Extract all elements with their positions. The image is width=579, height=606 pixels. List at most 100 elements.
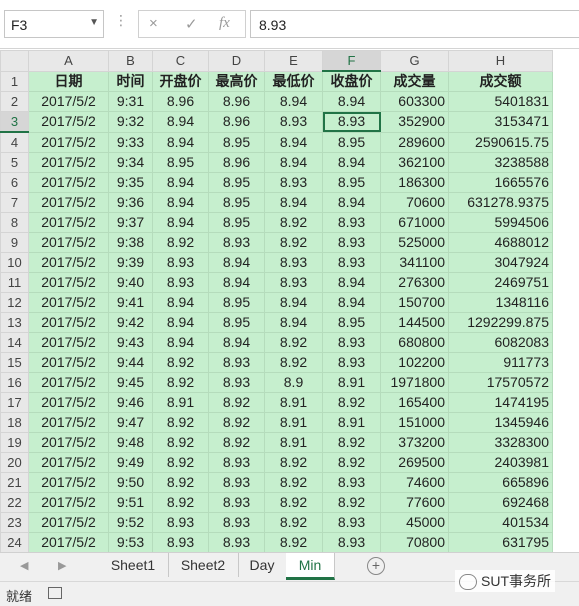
cell-d5[interactable]: 8.96 — [208, 152, 265, 173]
cell-h3[interactable]: 3153471 — [448, 111, 553, 133]
cell-d2[interactable]: 8.96 — [208, 91, 265, 112]
cell-g5[interactable]: 362100 — [380, 152, 449, 173]
cell-c21[interactable]: 8.92 — [152, 472, 209, 493]
column-header-a[interactable]: A — [28, 50, 109, 72]
cell-c17[interactable]: 8.91 — [152, 392, 209, 413]
add-sheet-icon[interactable]: + — [367, 557, 385, 575]
column-header-h[interactable]: H — [448, 50, 553, 72]
cell-f10[interactable]: 8.93 — [322, 252, 381, 273]
cell-b10[interactable]: 9:39 — [108, 252, 153, 273]
cell-c2[interactable]: 8.96 — [152, 91, 209, 112]
cell-c23[interactable]: 8.93 — [152, 512, 209, 533]
cell-c14[interactable]: 8.94 — [152, 332, 209, 353]
cell-e7[interactable]: 8.94 — [264, 192, 323, 213]
cell-c12[interactable]: 8.94 — [152, 292, 209, 313]
cell-d23[interactable]: 8.93 — [208, 512, 265, 533]
row-header[interactable]: 10 — [0, 252, 29, 273]
cell-g9[interactable]: 525000 — [380, 232, 449, 253]
cell-b16[interactable]: 9:45 — [108, 372, 153, 393]
sheet-tab-sheet2[interactable]: Sheet2 — [168, 553, 239, 577]
cell-f5[interactable]: 8.94 — [322, 152, 381, 173]
cell-h1[interactable]: 成交额 — [448, 70, 553, 92]
cell-b4[interactable]: 9:33 — [108, 131, 153, 153]
cell-b8[interactable]: 9:37 — [108, 212, 153, 233]
cell-a8[interactable]: 2017/5/2 — [28, 212, 109, 233]
cell-a16[interactable]: 2017/5/2 — [28, 372, 109, 393]
cell-g6[interactable]: 186300 — [380, 172, 449, 193]
cell-c24[interactable]: 8.93 — [152, 532, 209, 552]
cell-b17[interactable]: 9:46 — [108, 392, 153, 413]
fx-icon[interactable]: fx — [219, 15, 230, 32]
cell-d9[interactable]: 8.93 — [208, 232, 265, 253]
cell-e14[interactable]: 8.92 — [264, 332, 323, 353]
row-header[interactable]: 18 — [0, 412, 29, 433]
cell-c9[interactable]: 8.92 — [152, 232, 209, 253]
cell-g21[interactable]: 74600 — [380, 472, 449, 493]
cell-b14[interactable]: 9:43 — [108, 332, 153, 353]
cell-g23[interactable]: 45000 — [380, 512, 449, 533]
cell-h14[interactable]: 6082083 — [448, 332, 553, 353]
cell-b1[interactable]: 时间 — [108, 70, 153, 92]
cell-f22[interactable]: 8.92 — [322, 492, 381, 513]
cell-a3[interactable]: 2017/5/2 — [28, 111, 109, 133]
row-header[interactable]: 9 — [0, 232, 29, 253]
cell-d4[interactable]: 8.95 — [208, 131, 265, 153]
cell-c6[interactable]: 8.94 — [152, 172, 209, 193]
cell-g3[interactable]: 352900 — [380, 111, 449, 133]
cell-a4[interactable]: 2017/5/2 — [28, 131, 109, 153]
cell-a21[interactable]: 2017/5/2 — [28, 472, 109, 493]
cell-g22[interactable]: 77600 — [380, 492, 449, 513]
row-header[interactable]: 1 — [0, 70, 29, 92]
cell-d13[interactable]: 8.95 — [208, 312, 265, 333]
cell-d15[interactable]: 8.93 — [208, 352, 265, 373]
column-header-d[interactable]: D — [208, 50, 265, 72]
cell-h24[interactable]: 631795 — [448, 532, 553, 552]
cell-h11[interactable]: 2469751 — [448, 272, 553, 293]
cell-b24[interactable]: 9:53 — [108, 532, 153, 552]
cell-e16[interactable]: 8.9 — [264, 372, 323, 393]
column-header-f[interactable]: F — [322, 50, 381, 72]
row-header[interactable]: 11 — [0, 272, 29, 293]
cell-a22[interactable]: 2017/5/2 — [28, 492, 109, 513]
cell-e4[interactable]: 8.94 — [264, 131, 323, 153]
row-header[interactable]: 8 — [0, 212, 29, 233]
cell-h16[interactable]: 17570572 — [448, 372, 553, 393]
cell-d7[interactable]: 8.95 — [208, 192, 265, 213]
chevron-down-icon[interactable]: ▼ — [89, 17, 99, 28]
cell-c16[interactable]: 8.92 — [152, 372, 209, 393]
cell-g15[interactable]: 102200 — [380, 352, 449, 373]
cell-h22[interactable]: 692468 — [448, 492, 553, 513]
cell-h23[interactable]: 401534 — [448, 512, 553, 533]
row-header[interactable]: 5 — [0, 152, 29, 173]
formula-input[interactable]: 8.93 — [250, 10, 579, 38]
cell-c11[interactable]: 8.93 — [152, 272, 209, 293]
cell-a19[interactable]: 2017/5/2 — [28, 432, 109, 453]
cell-e15[interactable]: 8.92 — [264, 352, 323, 373]
select-all-corner[interactable] — [0, 50, 29, 72]
cell-g1[interactable]: 成交量 — [380, 70, 449, 92]
cell-f3[interactable]: 8.93 — [322, 111, 381, 133]
cell-c3[interactable]: 8.94 — [152, 111, 209, 133]
cell-h6[interactable]: 1665576 — [448, 172, 553, 193]
cell-f21[interactable]: 8.93 — [322, 472, 381, 493]
row-header[interactable]: 3 — [0, 111, 29, 133]
cell-a7[interactable]: 2017/5/2 — [28, 192, 109, 213]
cell-e18[interactable]: 8.91 — [264, 412, 323, 433]
enter-icon[interactable]: ✓ — [185, 15, 198, 33]
cell-g17[interactable]: 165400 — [380, 392, 449, 413]
cell-a12[interactable]: 2017/5/2 — [28, 292, 109, 313]
cell-b11[interactable]: 9:40 — [108, 272, 153, 293]
cell-f12[interactable]: 8.94 — [322, 292, 381, 313]
row-header[interactable]: 19 — [0, 432, 29, 453]
cell-c7[interactable]: 8.94 — [152, 192, 209, 213]
column-header-g[interactable]: G — [380, 50, 449, 72]
cell-c1[interactable]: 开盘价 — [152, 70, 209, 92]
cell-e12[interactable]: 8.94 — [264, 292, 323, 313]
cell-f7[interactable]: 8.94 — [322, 192, 381, 213]
cell-e13[interactable]: 8.94 — [264, 312, 323, 333]
cell-h10[interactable]: 3047924 — [448, 252, 553, 273]
cell-f9[interactable]: 8.93 — [322, 232, 381, 253]
cell-e3[interactable]: 8.93 — [264, 111, 323, 133]
cell-f18[interactable]: 8.91 — [322, 412, 381, 433]
cell-a13[interactable]: 2017/5/2 — [28, 312, 109, 333]
